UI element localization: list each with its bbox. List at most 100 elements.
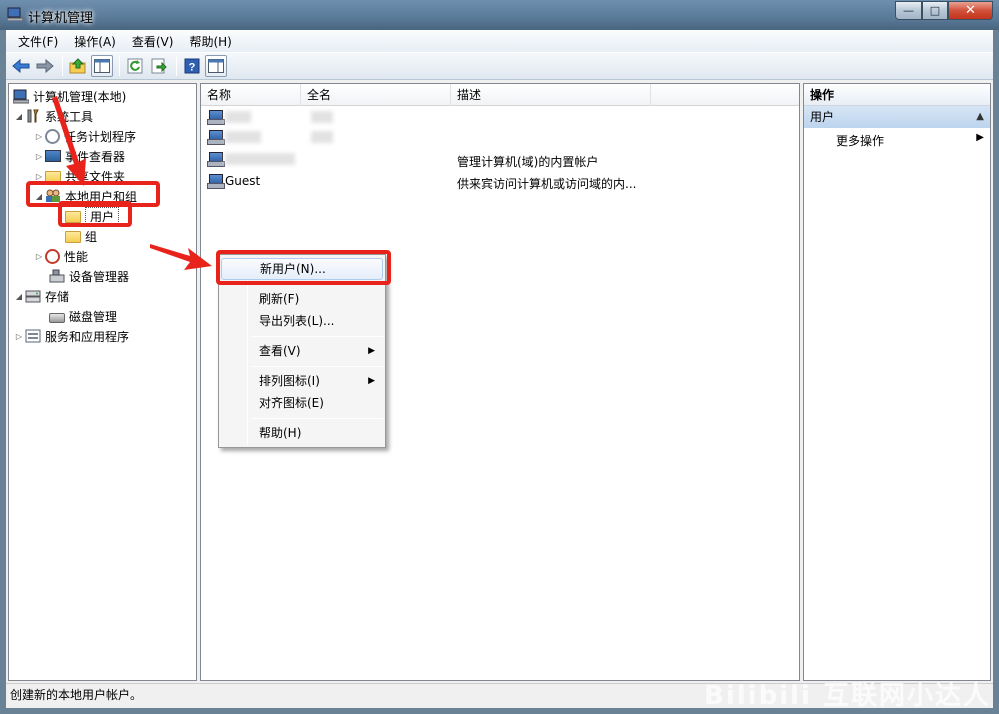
list-item[interactable] — [201, 108, 799, 128]
user-description: 管理计算机(域)的内置帐户 — [457, 155, 599, 169]
computer-management-icon — [13, 89, 29, 104]
tree-label: 磁盘管理 — [69, 309, 118, 324]
tree-label: 组 — [85, 229, 98, 244]
toolbar: ? — [6, 52, 993, 80]
menu-bar: 文件(F) 操作(A) 查看(V) 帮助(H) — [6, 30, 993, 52]
tree-item-storage[interactable]: ◢ 存储 — [13, 286, 69, 306]
menu-item-label: 排列图标(I) — [259, 374, 320, 388]
menu-item-view[interactable]: 查看(V) ▶ — [221, 340, 383, 362]
blurred-name — [225, 153, 295, 165]
storage-icon — [25, 290, 41, 303]
services-icon — [25, 329, 41, 343]
column-header-name[interactable]: 名称 — [201, 84, 301, 106]
user-icon — [207, 174, 225, 189]
column-header-description[interactable]: 描述 — [451, 84, 651, 106]
collapsed-arrow-icon[interactable]: ▷ — [13, 332, 25, 341]
refresh-icon — [127, 58, 143, 74]
menu-separator — [251, 366, 383, 367]
export-icon — [151, 58, 167, 74]
list-header: 名称 全名 描述 — [201, 84, 799, 106]
window-client: 文件(F) 操作(A) 查看(V) 帮助(H) ? 计算机管理(本地) ◢ 系统… — [6, 30, 993, 708]
list-item[interactable]: Guest 供来宾访问计算机或访问域的内... — [201, 172, 799, 192]
forward-icon — [36, 59, 54, 73]
properties-icon — [208, 59, 224, 73]
back-button[interactable] — [10, 55, 32, 77]
collapsed-arrow-icon[interactable]: ▷ — [33, 252, 45, 261]
menu-item-export-list[interactable]: 导出列表(L)... — [221, 310, 383, 332]
tree-label: 设备管理器 — [69, 269, 130, 284]
status-text: 创建新的本地用户帐户。 — [10, 688, 143, 702]
submenu-arrow-icon: ▶ — [976, 132, 984, 143]
list-item[interactable] — [201, 128, 799, 148]
close-icon: ✕ — [965, 3, 976, 18]
expanded-arrow-icon[interactable]: ◢ — [13, 292, 25, 301]
blurred-fullname — [311, 131, 333, 143]
toolbar-separator — [62, 56, 63, 76]
annotation-arrow-right — [150, 244, 212, 270]
minimize-button[interactable]: — — [895, 1, 922, 20]
submenu-arrow-icon: ▶ — [368, 376, 375, 386]
show-hide-tree-icon — [94, 59, 110, 73]
show-hide-tree-button[interactable] — [91, 55, 113, 77]
user-icon — [207, 130, 225, 145]
menu-item-help[interactable]: 帮助(H) — [221, 422, 383, 444]
menu-action[interactable]: 操作(A) — [66, 33, 124, 50]
collapsed-arrow-icon[interactable]: ▷ — [33, 172, 45, 181]
up-button[interactable] — [67, 55, 89, 77]
tree-item-disk-management[interactable]: 磁盘管理 — [49, 306, 117, 326]
user-icon — [207, 110, 225, 125]
expanded-arrow-icon[interactable]: ◢ — [13, 112, 25, 121]
title-bar: 计算机管理 — □ ✕ — [0, 0, 999, 30]
tree-label: 存储 — [45, 289, 70, 304]
column-header-fullname[interactable]: 全名 — [301, 84, 451, 106]
blurred-fullname — [311, 111, 333, 123]
menu-file[interactable]: 文件(F) — [10, 33, 66, 50]
properties-button[interactable] — [205, 55, 227, 77]
disk-icon — [49, 312, 65, 323]
refresh-button[interactable] — [124, 55, 146, 77]
navigation-tree[interactable]: 计算机管理(本地) ◢ 系统工具 ▷ 任务计划程序 ▷ 事件查看器 ▷ 共享文件… — [8, 83, 197, 681]
maximize-button[interactable]: □ — [922, 1, 948, 20]
help-button[interactable]: ? — [181, 55, 203, 77]
blurred-name — [225, 131, 261, 143]
user-description: 供来宾访问计算机或访问域的内... — [457, 177, 637, 191]
tree-item-device-manager[interactable]: 设备管理器 — [49, 266, 129, 286]
close-button[interactable]: ✕ — [948, 1, 993, 20]
back-icon — [12, 59, 30, 73]
computer-management-icon — [7, 7, 23, 21]
collapsed-arrow-icon[interactable]: ▷ — [33, 132, 45, 141]
performance-icon — [45, 248, 60, 264]
list-item[interactable]: 管理计算机(域)的内置帐户 — [201, 150, 799, 170]
collapse-up-icon[interactable]: ▲ — [976, 106, 984, 128]
blurred-name — [225, 111, 251, 123]
menu-separator — [251, 336, 383, 337]
folder-icon — [65, 231, 81, 243]
annotation-box-new-user — [216, 250, 391, 285]
maximize-icon: □ — [929, 4, 941, 17]
toolbar-separator — [176, 56, 177, 76]
actions-section-users[interactable]: 用户 ▲ — [804, 106, 990, 128]
export-button[interactable] — [148, 55, 170, 77]
user-icon — [207, 152, 225, 167]
more-actions[interactable]: 更多操作 — [836, 132, 884, 150]
menu-help[interactable]: 帮助(H) — [181, 33, 239, 50]
tree-item-groups[interactable]: 组 — [65, 226, 97, 246]
actions-section-label: 用户 — [810, 110, 835, 124]
menu-item-refresh[interactable]: 刷新(F) — [221, 288, 383, 310]
minimize-icon: — — [903, 4, 914, 17]
tree-label: 服务和应用程序 — [45, 329, 130, 344]
submenu-arrow-icon: ▶ — [368, 346, 375, 356]
tree-item-performance[interactable]: ▷ 性能 — [33, 246, 88, 266]
annotation-box-users — [58, 201, 132, 227]
menu-view[interactable]: 查看(V) — [124, 33, 182, 50]
window-title: 计算机管理 — [28, 11, 94, 26]
forward-button[interactable] — [34, 55, 56, 77]
tree-item-services-apps[interactable]: ▷ 服务和应用程序 — [13, 326, 129, 346]
actions-header: 操作 — [804, 84, 990, 106]
help-icon: ? — [184, 58, 200, 74]
menu-item-align-icons[interactable]: 对齐图标(E) — [221, 392, 383, 414]
tree-label: 性能 — [64, 249, 89, 264]
annotation-arrow-down — [52, 96, 86, 186]
collapsed-arrow-icon[interactable]: ▷ — [33, 152, 45, 161]
menu-item-arrange-icons[interactable]: 排列图标(I) ▶ — [221, 370, 383, 392]
